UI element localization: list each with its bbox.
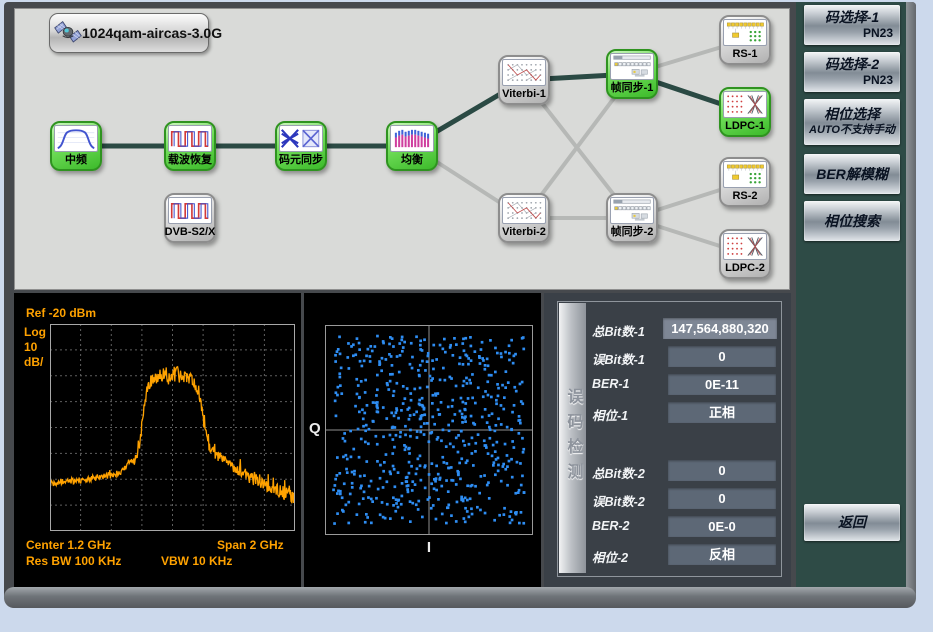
satellite-icon <box>53 19 83 47</box>
equalizer-icon <box>390 125 434 152</box>
sidebar: 码选择-1PN23码选择-2PN23相位选择AUTO不支持手动BER解模糊相位搜… <box>796 2 906 587</box>
block-label: 帧同步-2 <box>611 224 654 241</box>
window-frame-bottom <box>4 587 916 608</box>
button-label: 码选择-2 <box>804 56 900 73</box>
block-label: LDPC-2 <box>725 260 765 277</box>
signal-title-block[interactable]: 1024qam-aircas-3.0G <box>49 13 209 53</box>
spectrum-rbw-label: Res BW 100 KHz <box>26 554 121 568</box>
button-value: PN23 <box>804 26 900 41</box>
stats-label-ber-1: BER-1 <box>592 377 630 391</box>
symbol-sync-icon <box>279 125 323 152</box>
signal-title-label: 1024qam-aircas-3.0G <box>82 25 222 41</box>
stats-value-error-bits-2: 0 <box>668 488 776 509</box>
rs-2-icon <box>723 161 767 188</box>
ldpc-2-icon <box>723 233 767 260</box>
viterbi-2-icon <box>502 197 546 224</box>
stats-label-phase-1: 相位-1 <box>592 405 628 424</box>
stats-label-error-bits-2: 误Bit数-2 <box>592 491 645 510</box>
stats-label-total-bits-1: 总Bit数-1 <box>592 321 645 340</box>
stats-value-total-bits-1: 147,564,880,320 <box>663 318 777 339</box>
ldpc-1-icon <box>723 91 767 118</box>
stats-value-ber-1: 0E-11 <box>668 374 776 395</box>
button-value: AUTO不支持手动 <box>804 123 900 138</box>
diagram-area: 1024qam-aircas-3.0G 中频 载波恢复 码元同步 均衡 DVB-S2/X… <box>14 8 790 290</box>
block-frame-sync-2[interactable]: 帧同步-2 <box>606 193 658 243</box>
block-label: 载波恢复 <box>168 152 212 169</box>
button-label: 相位搜索 <box>804 213 900 230</box>
error-detection-title: 误码检测 <box>559 303 586 573</box>
page-background: 1024qam-aircas-3.0G 中频 载波恢复 码元同步 均衡 DVB-S2/X… <box>0 0 933 632</box>
block-carrier-recovery[interactable]: 载波恢复 <box>164 121 216 171</box>
viterbi-1-icon <box>502 59 546 86</box>
block-label: 均衡 <box>401 152 423 169</box>
block-label: 帧同步-1 <box>611 80 654 97</box>
stats-label-ber-2: BER-2 <box>592 519 630 533</box>
block-ldpc-1[interactable]: LDPC-1 <box>719 87 771 137</box>
block-ldpc-2[interactable]: LDPC-2 <box>719 229 771 279</box>
block-label: 中频 <box>65 152 87 169</box>
stats-value-phase-1: 正相 <box>668 402 776 423</box>
block-viterbi-1[interactable]: Viterbi-1 <box>498 55 550 105</box>
sidebar-button-code-select-1[interactable]: 码选择-1PN23 <box>804 5 900 45</box>
spectrum-plot <box>50 324 295 531</box>
carrier-recovery-icon <box>168 125 212 152</box>
stats-value-ber-2: 0E-0 <box>668 516 776 537</box>
button-value: PN23 <box>804 73 900 88</box>
block-dvb-s2x[interactable]: DVB-S2/X <box>164 193 216 243</box>
if-icon <box>54 125 98 152</box>
i-axis-label: I <box>325 539 533 556</box>
block-symbol-sync[interactable]: 码元同步 <box>275 121 327 171</box>
spectrum-ref-label: Ref -20 dBm <box>26 306 96 320</box>
dvb-s2x-icon <box>168 197 212 224</box>
stats-value-total-bits-2: 0 <box>668 460 776 481</box>
sidebar-button-phase-select[interactable]: 相位选择AUTO不支持手动 <box>804 99 900 145</box>
block-label: LDPC-1 <box>725 118 765 135</box>
stats-label-phase-2: 相位-2 <box>592 547 628 566</box>
spectrum-span-label: Span 2 GHz <box>217 538 284 552</box>
sidebar-button-phase-search[interactable]: 相位搜索 <box>804 201 900 241</box>
app-window: 1024qam-aircas-3.0G 中频 载波恢复 码元同步 均衡 DVB-S2/X… <box>4 2 916 608</box>
rs-1-icon <box>723 19 767 46</box>
block-label: 码元同步 <box>279 152 323 169</box>
block-viterbi-2[interactable]: Viterbi-2 <box>498 193 550 243</box>
error-stats-panel: 误码检测 总Bit数-1 147,564,880,320 误Bit数-1 0 BER-1… <box>544 293 791 587</box>
block-label: RS-2 <box>732 188 757 205</box>
stats-label-error-bits-1: 误Bit数-1 <box>592 349 645 368</box>
constellation-plot <box>325 325 533 535</box>
stats-label-total-bits-2: 总Bit数-2 <box>592 463 645 482</box>
constellation-panel: Q I <box>304 293 541 587</box>
block-label: Viterbi-2 <box>502 224 546 241</box>
block-rs-1[interactable]: RS-1 <box>719 15 771 65</box>
spectrum-scale-label: Log 10 dB/ <box>24 325 46 370</box>
button-label: BER解模糊 <box>804 166 900 183</box>
q-axis-label: Q <box>309 420 321 437</box>
spectrum-panel: Ref -20 dBm Log 10 dB/ Center 1.2 GHz Sp… <box>14 293 301 587</box>
sidebar-button-ber-deambiguity[interactable]: BER解模糊 <box>804 154 900 194</box>
button-label: 相位选择 <box>804 106 900 123</box>
spectrum-center-label: Center 1.2 GHz <box>26 538 111 552</box>
sidebar-button-code-select-2[interactable]: 码选择-2PN23 <box>804 52 900 92</box>
block-frame-sync-1[interactable]: 帧同步-1 <box>606 49 658 99</box>
stats-value-phase-2: 反相 <box>668 544 776 565</box>
sidebar-button-back[interactable]: 返回 <box>804 504 900 541</box>
spectrum-vbw-label: VBW 10 KHz <box>161 554 232 568</box>
frame-sync-1-icon <box>610 53 654 80</box>
button-label: 返回 <box>804 514 900 531</box>
block-if[interactable]: 中频 <box>50 121 102 171</box>
frame-sync-2-icon <box>610 197 654 224</box>
block-label: Viterbi-1 <box>502 86 546 103</box>
block-label: RS-1 <box>732 46 757 63</box>
stats-value-error-bits-1: 0 <box>668 346 776 367</box>
block-rs-2[interactable]: RS-2 <box>719 157 771 207</box>
window-frame-right <box>906 2 916 598</box>
block-equalizer[interactable]: 均衡 <box>386 121 438 171</box>
button-label: 码选择-1 <box>804 9 900 26</box>
block-label: DVB-S2/X <box>165 224 216 241</box>
